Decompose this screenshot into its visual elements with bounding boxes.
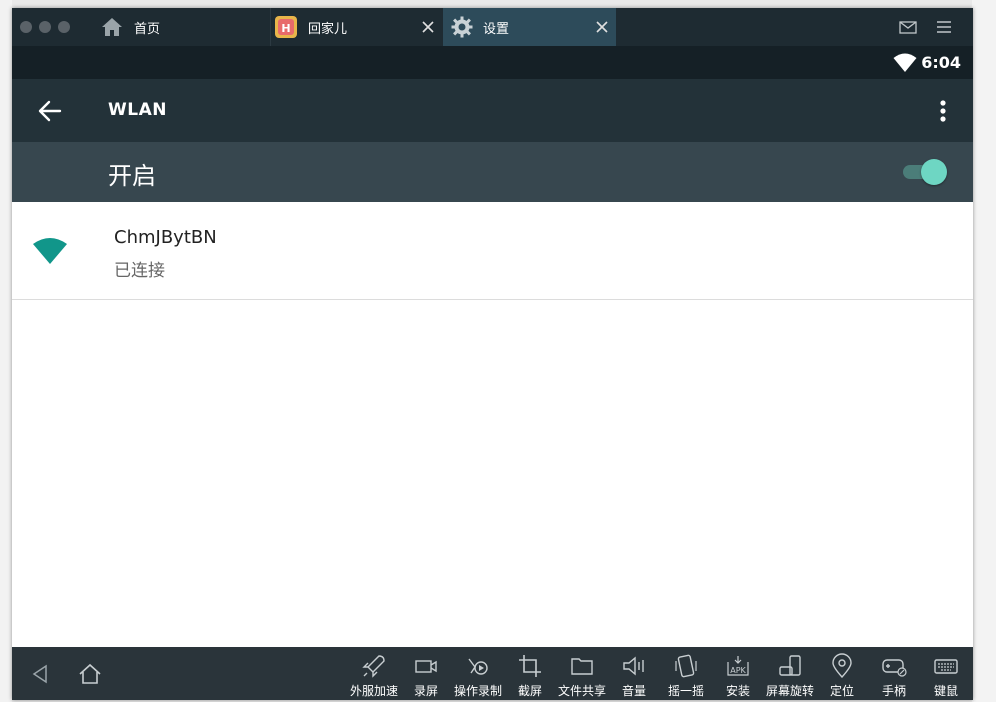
tab-bar: 首页 H 回家儿 设置 [12,8,973,46]
network-list: ChmJBytBN 已连接 [12,202,973,647]
action-record-icon [468,658,488,675]
tool-label: 安装 [725,684,750,698]
tool-screenshot[interactable]: 截屏 [504,653,556,699]
tab-home[interactable]: 首页 [100,8,270,46]
apk-install-icon: APK [727,656,749,676]
window-close-dot[interactable] [20,21,32,33]
background-window-edge [0,0,12,702]
crop-icon [519,655,541,677]
rocket-icon [362,655,385,678]
tool-label: 文件共享 [557,684,606,698]
app-bar: WLAN [12,79,973,142]
tool-keyboard-mouse[interactable]: 键鼠 [920,653,972,699]
background-right-edge [972,0,996,702]
tool-label: 摇一摇 [667,684,704,698]
app-icon: H [275,16,297,38]
tool-label: 屏幕旋转 [765,684,814,698]
android-status-bar: 6:04 [12,46,973,79]
wlan-toggle[interactable] [903,159,947,185]
window-minimize-dot[interactable] [39,21,51,33]
tool-label: 截屏 [517,684,542,698]
video-camera-icon [415,660,437,673]
tool-label: 手柄 [881,684,906,698]
tool-location[interactable]: 定位 [816,653,868,699]
tab-label: 设置 [483,21,510,37]
back-nav-icon[interactable] [26,660,54,688]
tool-shake[interactable]: 摇一摇 [660,653,712,699]
tab-app[interactable]: H 回家儿 [274,8,442,46]
tool-gamepad[interactable]: 手柄 [868,653,920,699]
menu-icon[interactable] [934,17,954,37]
emulator-window: 首页 H 回家儿 设置 6:04 WLAN 开启 ChmJBytBN 已连接 外… [12,8,973,700]
tool-label: 键鼠 [933,684,958,698]
tool-label: 定位 [829,684,854,698]
toggle-thumb [921,159,947,185]
shake-icon [675,654,697,678]
tool-install-apk[interactable]: APK 安装 [712,653,764,699]
status-time: 6:04 [921,53,961,72]
network-ssid: ChmJBytBN [114,227,217,248]
page-title: WLAN [108,100,167,120]
tool-label: 外服加速 [349,684,398,698]
wifi-status-icon [893,53,917,72]
gear-icon [451,16,473,38]
svg-text:H: H [281,22,290,35]
close-icon[interactable] [592,17,612,37]
bottom-toolbar: 外服加速 录屏 操作录制 截屏 文件共享 音量 摇一摇 APK 安装 屏幕旋转 … [12,647,973,700]
tool-rotate-screen[interactable]: 屏幕旋转 [764,653,816,699]
tool-label: 录屏 [413,684,438,698]
window-maximize-dot[interactable] [58,21,70,33]
tab-settings[interactable]: 设置 [443,8,616,46]
home-nav-icon[interactable] [76,660,104,688]
more-options-icon[interactable] [931,97,955,125]
tab-label: 回家儿 [308,21,348,37]
switch-label: 开启 [108,162,156,190]
home-icon [102,18,122,36]
gamepad-icon [882,659,907,677]
back-arrow-icon[interactable] [36,97,64,125]
volume-icon [623,656,644,676]
list-item[interactable]: ChmJBytBN 已连接 [12,202,973,300]
network-status: 已连接 [114,261,165,281]
folder-icon [571,658,593,675]
mail-icon[interactable] [898,17,918,37]
tool-label: 音量 [621,684,646,698]
tool-accelerate[interactable]: 外服加速 [348,653,400,699]
rotate-screen-icon [779,655,801,676]
tool-file-share[interactable]: 文件共享 [556,653,608,699]
tool-screen-record[interactable]: 录屏 [400,653,452,699]
svg-text:APK: APK [730,666,746,675]
keyboard-icon [934,659,958,674]
tool-label: 操作录制 [453,684,502,698]
location-icon [832,653,852,679]
wifi-signal-icon [33,238,67,264]
tool-volume[interactable]: 音量 [608,653,660,699]
tab-label: 首页 [134,21,161,37]
close-icon[interactable] [418,17,438,37]
tool-action-record[interactable]: 操作录制 [452,653,504,699]
wlan-switch-bar[interactable]: 开启 [12,142,973,202]
